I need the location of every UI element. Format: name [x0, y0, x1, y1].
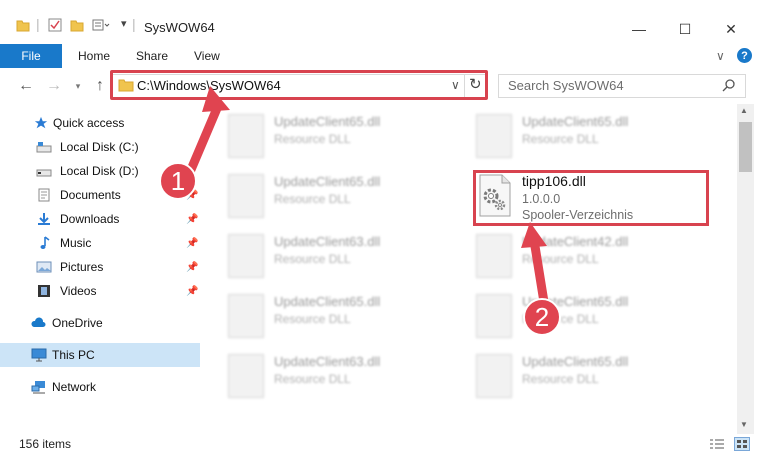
large-icons-view-icon[interactable] [734, 437, 750, 451]
annotation-arrows [185, 86, 549, 307]
step-1-badge: 1 [159, 162, 197, 200]
item-count: 156 items [19, 437, 72, 451]
scrollbar-thumb[interactable] [739, 122, 752, 172]
details-view-icon[interactable] [709, 438, 725, 450]
scroll-down-icon[interactable]: ▼ [740, 420, 748, 429]
scroll-up-icon[interactable]: ▲ [740, 106, 748, 115]
step-2-badge: 2 [523, 298, 561, 336]
